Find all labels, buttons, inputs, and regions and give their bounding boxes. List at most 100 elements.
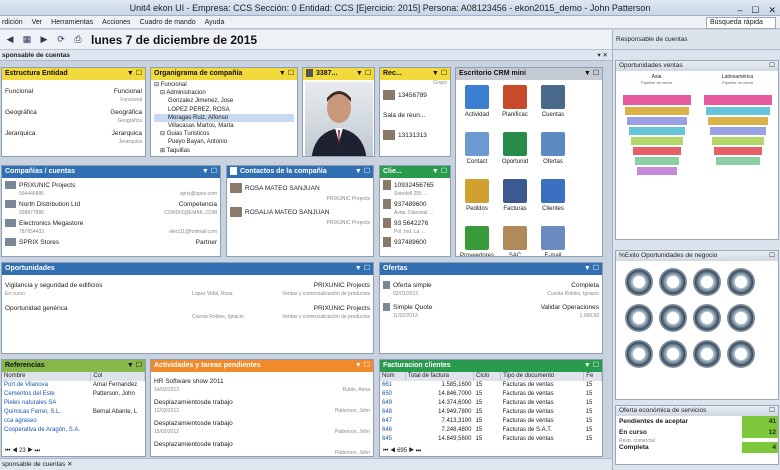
section-options-icon[interactable]: ▾ ✕ [597,50,608,61]
list-item[interactable]: ROSA MATEO SANJUAN [227,182,373,196]
list-item[interactable]: Completa 4 [616,442,778,453]
table-row[interactable]: 647 7.413,3100 15 Facturas de ventas 15 [380,417,602,426]
panel-menu-icon[interactable]: ▼ ☐ [356,68,371,80]
tree-node[interactable]: ⊟ Funcional [154,81,294,89]
list-item[interactable]: 93 5642276 [380,218,450,229]
crm-item-8[interactable]: Clientes [534,177,572,221]
panel-menu-icon[interactable]: ▼ ☐ [584,360,599,372]
page-number[interactable]: 23 [19,448,26,454]
menu-ayuda[interactable]: Ayuda [205,19,225,26]
panel-menu-icon[interactable]: ▼ ☐ [127,68,142,80]
menu-acciones[interactable]: Acciones [102,19,130,26]
table-row[interactable]: Cooperativa de Aragón, S.A. [2,426,145,435]
tree-node[interactable]: ⊞ Taquillas [154,147,294,155]
crm-item-10[interactable]: SAC [496,224,534,256]
crm-item-6[interactable]: Pedidos [458,177,496,221]
prev-day-icon[interactable]: ◀ [3,33,17,47]
list-item[interactable]: Desplazamientosde trabajo [151,397,373,408]
list-item[interactable]: Geográfica Geográfica [2,107,145,118]
panel-menu-icon[interactable]: ▼ ☐ [279,68,294,80]
panel-menu-icon[interactable]: ▼ ☐ [432,166,447,178]
menu-cuadro-de-mando[interactable]: Cuadro de mando [140,19,196,26]
bottom-tab[interactable]: sponsable de cuentas [2,461,65,468]
crm-item-5[interactable]: Ofertas [534,130,572,174]
table-row[interactable]: 649 14.374,6000 15 Facturas de ventas 15 [380,399,602,408]
list-item[interactable]: SPRIX Stores Partner [2,237,220,248]
table-row[interactable]: Pieles naturales SA [2,399,145,408]
table-row[interactable]: Port de Vilanova Arnal Fernandez [2,381,145,390]
list-item[interactable]: 13456789 [380,86,450,106]
menu-edicion[interactable]: rdición [2,19,23,26]
quick-search-input[interactable]: Búsqueda rápida [706,17,776,29]
list-item[interactable]: ROSALIA MATEO SANJUAN [227,206,373,220]
panel-menu-icon[interactable]: ▼ ☐ [584,68,599,80]
list-item[interactable]: En curso 12 Resp. comercial [616,427,778,442]
panel-menu-icon[interactable]: ▼ ☐ [584,263,599,275]
panel-menu-icon[interactable]: ☐ [769,61,775,71]
print-icon[interactable]: ⎙ [71,33,85,47]
table-row[interactable]: 646 7.248,4800 15 Facturas de S.A.T. 15 [380,426,602,435]
list-item[interactable]: Funcional Funcional [2,86,145,97]
list-item[interactable]: Electronics Megastore [2,218,220,229]
tree-node[interactable]: Villacasas Martos, Marta [154,122,294,130]
list-item[interactable]: Oportunidad genérica PRIXUNIC Projects [2,303,373,314]
crm-item-3[interactable]: Contact [458,130,496,174]
panel-menu-icon[interactable]: ▼ ☐ [355,360,370,372]
crm-item-2[interactable]: Cuentas [534,83,572,127]
table-row[interactable]: 650 14.846,7000 15 Facturas de ventas 15 [380,390,602,399]
tree-node-selected[interactable]: Moragas Ruiz, Alfonso [154,113,294,123]
list-item[interactable]: 937489600 [380,237,450,248]
page-number[interactable]: 695 [397,448,407,454]
tree-node[interactable]: ⊟ Guias Turisticos [154,130,294,138]
list-item[interactable]: Vigilancia y seguridad de edificios PRIXU… [2,280,373,291]
table-row[interactable]: 661 1.585,1600 15 Facturas de ventas 15 [380,381,602,390]
menu-ver[interactable]: Ver [32,19,43,26]
table-row[interactable]: cca agraseo [2,417,145,426]
table-row[interactable]: Químicas Ferrer, S.L. Bernal Abante, L [2,408,145,417]
list-item[interactable]: Oferta simple Completa [380,280,602,291]
crm-item-4[interactable]: Oportunid [496,130,534,174]
list-item[interactable]: Desplazamientosde trabajo [151,418,373,429]
crm-item-0[interactable]: Actividad [458,83,496,127]
next-day-icon[interactable]: ▶ [37,33,51,47]
column-header[interactable]: Tipo de documento [500,372,585,381]
column-header[interactable]: Fe [583,372,602,381]
menu-herramientas[interactable]: Herramientas [51,19,93,26]
list-item[interactable]: HR Software show 2011 [151,376,373,387]
list-item[interactable]: Jerarquica Jerarquica [2,128,145,139]
crm-item-7[interactable]: Facturas [496,177,534,221]
list-item[interactable]: Sala de reun... [380,106,450,126]
calendar-icon[interactable]: ▦ [20,33,34,47]
column-header[interactable]: Total de factura [405,372,474,381]
list-item[interactable]: Desplazamientosde trabajo [151,439,373,450]
list-item[interactable]: 13131313 [380,126,450,146]
column-header[interactable]: Núm [380,372,406,381]
crm-item-1[interactable]: Planificac [496,83,534,127]
crm-item-11[interactable]: E-mail [534,224,572,256]
list-item[interactable]: North Distribution Ltd Competencia [2,199,220,210]
list-item[interactable]: Pendientes de aceptar 41 [616,416,778,427]
list-item[interactable]: PRIXUNIC Projects [2,180,220,191]
panel-menu-icon[interactable]: ☐ [769,406,775,416]
tree-node[interactable]: LOPEZ PEREZ, ROSA [154,106,294,114]
panel-menu-icon[interactable]: ▼ ☐ [127,360,142,372]
panel-menu-icon[interactable]: ▼ ☐ [355,166,370,178]
list-item[interactable]: Simple Quote Validar Operaciones [380,302,602,313]
panel-menu-icon[interactable]: ☐ [769,251,775,261]
crm-item-9[interactable]: Proveedores [458,224,496,256]
panel-menu-icon[interactable]: ▼ ☐ [432,68,447,80]
refresh-icon[interactable]: ⟳ [54,33,68,47]
tree-node[interactable]: Pueyo Bayan, Antonio [154,138,294,146]
table-row[interactable]: Cementos del Este Patterson, John [2,390,145,399]
panel-menu-icon[interactable]: ▼ ☐ [355,263,370,275]
table-row[interactable]: 648 14.949,7800 15 Facturas de ventas 15 [380,408,602,417]
column-header[interactable]: Ciclo [473,372,502,381]
list-item[interactable]: 937489600 [380,199,450,210]
tree-node[interactable]: Gonzalez Jimenez, Jose [154,97,294,105]
tree-node[interactable]: ⊟ Administracion [154,89,294,97]
column-header[interactable]: Col [90,372,145,381]
column-header[interactable]: Nombre [2,372,92,381]
table-row[interactable]: 645 14.849,5600 15 Facturas de ventas 15 [380,435,602,444]
panel-menu-icon[interactable]: ▼ ☐ [202,166,217,178]
list-item[interactable]: 10932456765 [380,180,450,191]
